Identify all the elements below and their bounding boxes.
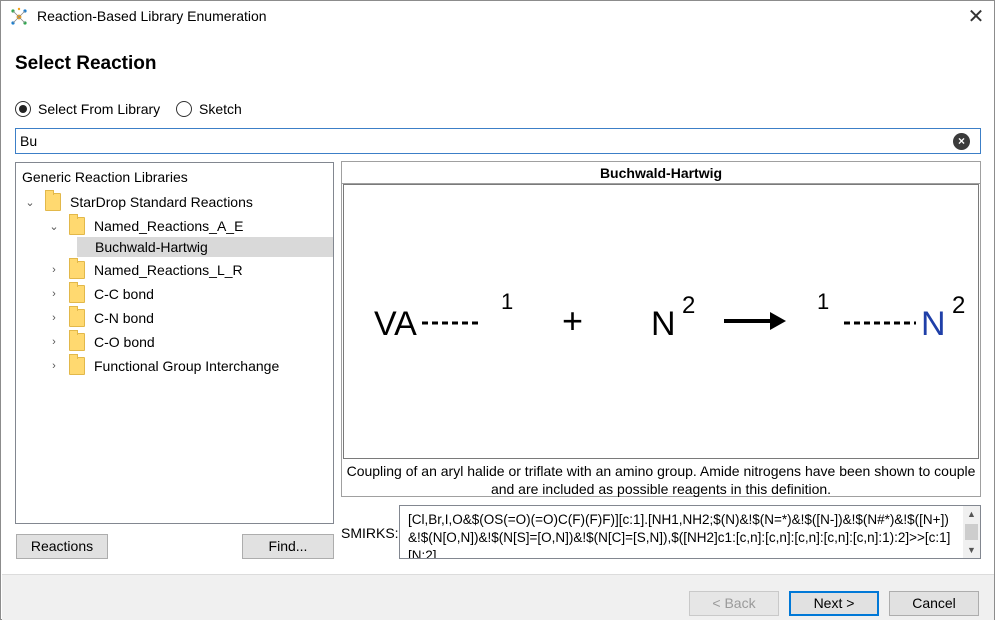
tree-header: Generic Reaction Libraries [22,169,188,185]
title-bar: Reaction-Based Library Enumeration ✕ [1,1,994,33]
chevron-right-icon[interactable]: › [47,359,61,373]
next-button[interactable]: Next > [789,591,879,616]
reaction-scheme-svg: VA 1 + N 2 1 N 2 [374,289,965,343]
radio-unchecked-icon[interactable] [176,101,192,117]
reaction-preview-panel: Buchwald-Hartwig VA 1 + N 2 1 N 2 Coupli… [341,161,981,497]
tree-item-c-o-bond[interactable]: › C-O bond [47,330,155,353]
search-field[interactable]: × [15,128,981,154]
tree-item-label: StarDrop Standard Reactions [70,194,253,210]
radio-sketch[interactable]: Sketch [176,98,242,120]
folder-icon [69,282,85,303]
search-input[interactable] [16,129,946,153]
tree-item-label: Functional Group Interchange [94,358,280,374]
tree-item-functional-group-interchange[interactable]: › Functional Group Interchange [47,354,280,377]
scroll-up-icon[interactable]: ▲ [963,506,980,522]
scroll-down-icon[interactable]: ▼ [963,542,980,558]
preview-title: Buchwald-Hartwig [342,162,980,184]
tree-item-label: C-C bond [94,286,154,302]
folder-icon [69,306,85,327]
radio-select-from-library[interactable]: Select From Library [15,98,160,120]
radio-checked-icon[interactable] [15,101,31,117]
reactant2-atom: N [651,305,676,343]
molecule-app-icon [11,7,27,25]
tree-item-label: C-N bond [94,310,154,326]
window-title: Reaction-Based Library Enumeration [37,8,267,24]
reactant1-attach-label: 1 [501,289,513,314]
tree-item-label: Named_Reactions_A_E [94,218,244,234]
chevron-down-icon[interactable]: ⌄ [23,195,37,209]
product-attach-label-1: 1 [817,289,829,314]
folder-icon [69,214,85,235]
close-icon[interactable]: ✕ [963,5,989,29]
smirks-text[interactable]: [Cl,Br,I,O&$(OS(=O)(=O)C(F)(F)F)][c:1].[… [408,511,956,558]
clear-search-icon[interactable]: × [953,133,970,150]
reactions-button[interactable]: Reactions [16,534,108,559]
tree-item-label: C-O bond [94,334,155,350]
smirks-scrollbar[interactable]: ▲ ▼ [963,506,980,558]
tree-item-named-reactions-a-e[interactable]: ⌄ Named_Reactions_A_E [47,214,244,237]
back-button[interactable]: < Back [689,591,779,616]
reactant2-attach-label: 2 [682,292,695,319]
radio-label: Sketch [199,101,242,117]
tree-item-named-reactions-l-r[interactable]: › Named_Reactions_L_R [47,258,243,281]
chevron-right-icon[interactable]: › [47,263,61,277]
tree-item-buchwald-hartwig[interactable]: Buchwald-Hartwig [95,236,208,258]
product-attach-label-2: 2 [952,292,965,319]
smirks-label: SMIRKS: [341,525,399,541]
smirks-textbox[interactable]: [Cl,Br,I,O&$(OS(=O)(=O)C(F)(F)F)][c:1].[… [399,505,981,559]
plus-sign: + [562,300,583,341]
tree-item-stardrop-standard-reactions[interactable]: ⌄ StarDrop Standard Reactions [23,190,253,213]
chevron-right-icon[interactable]: › [47,335,61,349]
scroll-thumb[interactable] [965,524,978,540]
dialog-window: Reaction-Based Library Enumeration ✕ Sel… [0,0,995,620]
cancel-button[interactable]: Cancel [889,591,979,616]
reaction-diagram: VA 1 + N 2 1 N 2 [343,184,979,459]
tree-item-c-c-bond[interactable]: › C-C bond [47,282,154,305]
tree-item-c-n-bond[interactable]: › C-N bond [47,306,154,329]
folder-icon [45,190,61,211]
chevron-down-icon[interactable]: ⌄ [47,219,61,233]
tree-item-label: Named_Reactions_L_R [94,262,243,278]
chevron-right-icon[interactable]: › [47,311,61,325]
reaction-description: Coupling of an aryl halide or triflate w… [346,463,976,497]
folder-icon [69,330,85,351]
reaction-arrow-head [770,312,786,330]
folder-icon [69,258,85,279]
tree-item-label: Buchwald-Hartwig [95,239,208,255]
page-title: Select Reaction [15,53,157,74]
folder-icon [69,354,85,375]
find-button[interactable]: Find... [242,534,334,559]
reactant1-label: VA [374,305,417,343]
radio-label: Select From Library [38,101,161,117]
chevron-right-icon[interactable]: › [47,287,61,301]
product-atom: N [921,305,946,343]
